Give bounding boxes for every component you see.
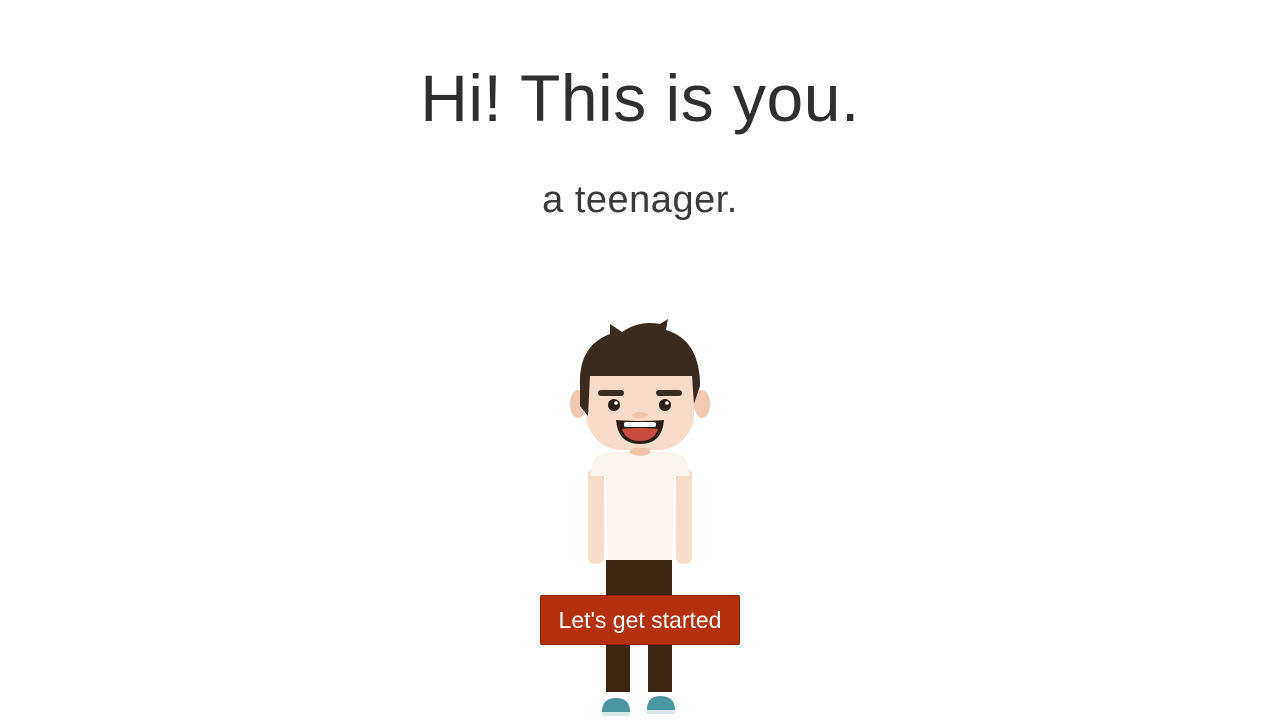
get-started-button[interactable]: Let's get started (540, 595, 740, 645)
intro-screen: Hi! This is you. a teenager. Let's get s… (0, 0, 1280, 720)
headline: Hi! This is you. (420, 61, 860, 135)
subline: a teenager. (542, 179, 738, 221)
teenager-avatar-icon (560, 316, 720, 720)
